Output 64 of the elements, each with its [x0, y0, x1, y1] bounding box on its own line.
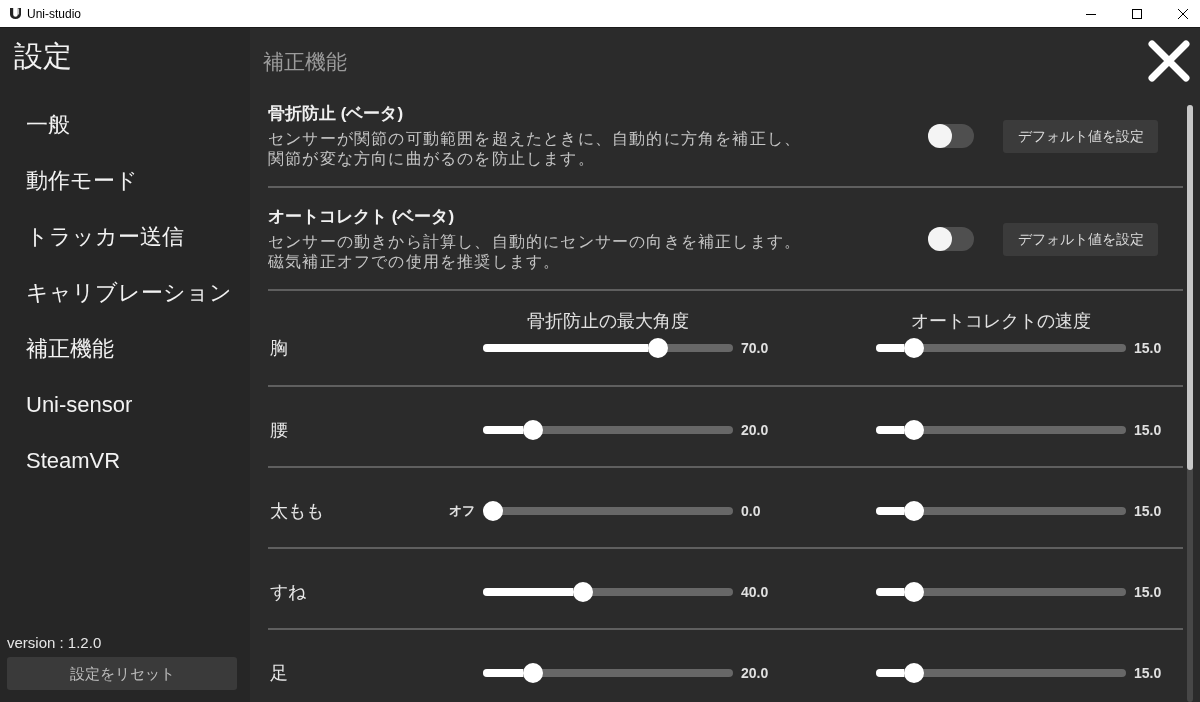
maximize-icon [1132, 8, 1142, 19]
slider-value: 0.0 [741, 503, 761, 519]
scrollbar[interactable] [1187, 105, 1193, 702]
feature-description: センサーの動きから計算し、自動的にセンサーの向きを補正します。 [268, 232, 802, 252]
feature-title: 骨折防止 (ベータ) [268, 103, 404, 125]
slider-value: 20.0 [741, 422, 769, 438]
slider-value: 15.0 [1134, 584, 1162, 600]
slider-thumb[interactable] [523, 663, 543, 683]
slider-value: 20.0 [741, 665, 769, 681]
slider-value: 15.0 [1134, 665, 1162, 681]
close-icon [1148, 40, 1190, 82]
set-default-button[interactable]: デフォルト値を設定 [1003, 119, 1158, 153]
sidebar-item[interactable]: 一般 [0, 97, 96, 153]
app-logo-icon [10, 8, 21, 19]
slider-thumb[interactable] [523, 420, 543, 440]
slider-fill [876, 669, 904, 677]
toggle-switch[interactable] [928, 227, 974, 251]
page-title: 補正機能 [263, 50, 347, 74]
slider-thumb[interactable] [903, 582, 924, 602]
slider-thumb[interactable] [903, 501, 924, 521]
version-label: version : 1.2.0 [7, 633, 102, 653]
slider-thumb[interactable] [903, 420, 924, 440]
slider-thumb[interactable] [573, 582, 593, 602]
row-label: 太もも [269, 501, 324, 521]
slider-value: 15.0 [1134, 340, 1162, 356]
slider-value: 70.0 [741, 340, 769, 356]
slider-value: 40.0 [741, 584, 769, 600]
sidebar-item[interactable]: トラッカー送信 [0, 209, 210, 265]
slider-thumb[interactable] [483, 501, 503, 521]
sidebar-item[interactable]: 動作モード [0, 153, 164, 209]
close-icon [1178, 8, 1188, 19]
slider-value: 15.0 [1134, 422, 1162, 438]
sidebar-title: 設定 [14, 40, 72, 72]
reset-settings-button[interactable]: 設定をリセット [7, 657, 237, 690]
close-button[interactable] [1148, 40, 1190, 82]
column-header: 骨折防止の最大角度 [527, 311, 689, 331]
sidebar-item[interactable]: SteamVR [0, 433, 147, 489]
slider-fill [876, 588, 904, 596]
window-title: Uni-studio [27, 6, 82, 21]
slider-value: 15.0 [1134, 503, 1162, 519]
slider-thumb[interactable] [903, 663, 924, 683]
sidebar-item[interactable]: キャリブレーション [0, 265, 258, 321]
sidebar-item[interactable]: 補正機能 [0, 321, 140, 377]
slider-fill [876, 426, 904, 434]
off-label: オフ [449, 503, 475, 518]
feature-description: 磁気補正オフでの使用を推奨します。 [268, 252, 561, 272]
row-label: 腰 [269, 420, 288, 440]
slider-fill [483, 669, 523, 677]
sidebar-item[interactable]: Uni-sensor [0, 377, 159, 433]
slider-fill [483, 426, 523, 434]
set-default-button[interactable]: デフォルト値を設定 [1003, 222, 1158, 256]
row-label: 足 [269, 663, 288, 683]
toggle-switch[interactable] [928, 124, 974, 148]
row-label: すね [269, 582, 306, 602]
feature-description: 関節が変な方向に曲がるのを防止します。 [268, 149, 595, 169]
slider-thumb[interactable] [903, 338, 924, 358]
slider-fill [876, 507, 904, 515]
slider-thumb[interactable] [648, 338, 668, 358]
scrollbar-thumb[interactable] [1187, 105, 1193, 470]
slider-fill [876, 344, 904, 352]
feature-title: オートコレクト (ベータ) [268, 206, 455, 228]
row-label: 胸 [269, 338, 288, 358]
feature-description: センサーが関節の可動範囲を超えたときに、自動的に方角を補正し、 [268, 129, 802, 149]
column-header: オートコレクトの速度 [911, 311, 1091, 331]
